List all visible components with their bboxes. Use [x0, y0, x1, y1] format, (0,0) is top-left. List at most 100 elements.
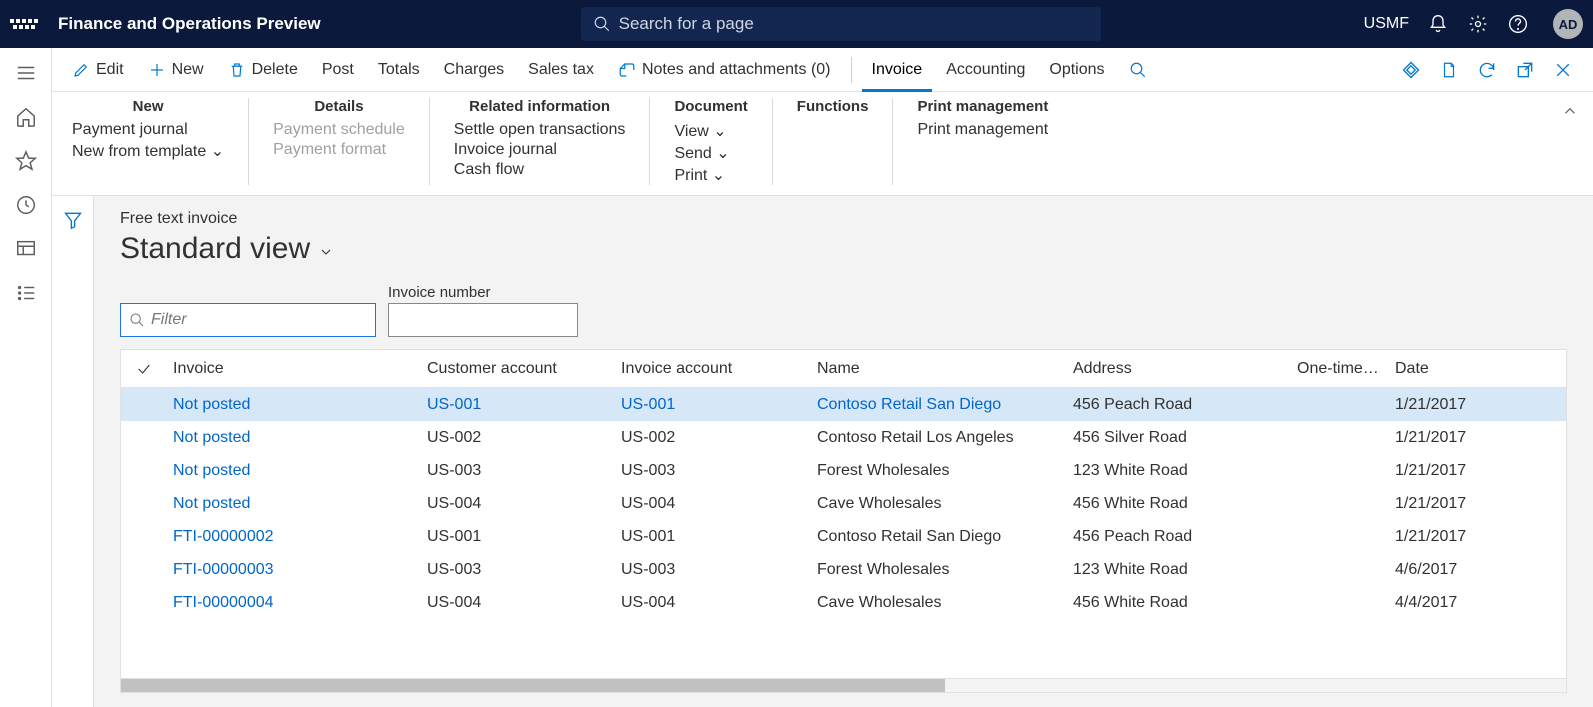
table-row[interactable]: Not postedUS-004US-004Cave Wholesales456…: [121, 487, 1566, 520]
cell: US-004: [421, 594, 615, 612]
edit-button[interactable]: Edit: [62, 50, 134, 90]
col-one-time[interactable]: One-time cus…: [1291, 360, 1389, 378]
table-row[interactable]: Not postedUS-003US-003Forest Wholesales1…: [121, 454, 1566, 487]
salestax-button[interactable]: Sales tax: [518, 50, 604, 90]
cell[interactable]: Not posted: [167, 462, 421, 480]
ribbon-collapse-icon[interactable]: [1561, 102, 1579, 123]
table-row[interactable]: Not postedUS-001US-001Contoso Retail San…: [121, 388, 1566, 421]
invoice-number-label: Invoice number: [388, 284, 578, 301]
separator: [851, 57, 852, 83]
ribbon-item[interactable]: Payment journal: [72, 121, 224, 139]
left-rail: [0, 48, 52, 707]
ribbon-group: NewPayment journalNew from template ⌄: [68, 98, 249, 185]
cell[interactable]: Contoso Retail San Diego: [811, 396, 1067, 414]
cell[interactable]: FTI-00000003: [167, 561, 421, 579]
cmd-search-icon[interactable]: [1119, 50, 1157, 90]
ribbon-item[interactable]: View ⌄: [674, 121, 747, 141]
cell: 123 White Road: [1067, 462, 1291, 480]
cell: 456 White Road: [1067, 594, 1291, 612]
cell: US-003: [421, 462, 615, 480]
cell: US-004: [421, 495, 615, 513]
cell: Forest Wholesales: [811, 561, 1067, 579]
page-title[interactable]: Standard view: [120, 232, 1567, 266]
ribbon-item-disabled: Payment format: [273, 141, 405, 159]
notes-button[interactable]: Notes and attachments (0): [608, 50, 841, 90]
new-button[interactable]: New: [138, 50, 214, 90]
ribbon-group-title: Document: [674, 98, 747, 115]
refresh-icon[interactable]: [1477, 60, 1497, 80]
cell: Cave Wholesales: [811, 594, 1067, 612]
post-button[interactable]: Post: [312, 50, 364, 90]
star-icon[interactable]: [15, 150, 37, 172]
app-launcher-icon[interactable]: [10, 10, 38, 38]
col-customer-account[interactable]: Customer account: [421, 360, 615, 378]
modules-icon[interactable]: [15, 282, 37, 304]
totals-button[interactable]: Totals: [368, 50, 430, 90]
table-row[interactable]: Not postedUS-002US-002Contoso Retail Los…: [121, 421, 1566, 454]
ribbon-item[interactable]: Send ⌄: [674, 143, 747, 163]
ribbon-item[interactable]: Print ⌄: [674, 165, 747, 185]
ribbon-item[interactable]: Invoice journal: [454, 141, 626, 159]
ribbon-item[interactable]: New from template ⌄: [72, 141, 224, 161]
invoice-number-input[interactable]: [388, 303, 578, 337]
col-invoice[interactable]: Invoice: [167, 360, 421, 378]
help-icon[interactable]: [1507, 13, 1529, 35]
cell: Contoso Retail Los Angeles: [811, 429, 1067, 447]
cell[interactable]: Not posted: [167, 396, 421, 414]
avatar[interactable]: AD: [1553, 9, 1583, 39]
cell[interactable]: FTI-00000002: [167, 528, 421, 546]
tab-options[interactable]: Options: [1039, 50, 1114, 90]
home-icon[interactable]: [15, 106, 37, 128]
ribbon-group-title: Print management: [917, 98, 1048, 115]
office-icon[interactable]: [1439, 60, 1459, 80]
cell: Forest Wholesales: [811, 462, 1067, 480]
ribbon-item[interactable]: Settle open transactions: [454, 121, 626, 139]
attach-icon[interactable]: [1401, 60, 1421, 80]
horizontal-scrollbar[interactable]: [121, 678, 1566, 692]
charges-button[interactable]: Charges: [434, 50, 514, 90]
cell: 456 Peach Road: [1067, 396, 1291, 414]
col-address[interactable]: Address: [1067, 360, 1291, 378]
search-placeholder: Search for a page: [619, 14, 754, 34]
company-picker[interactable]: USMF: [1364, 15, 1409, 33]
table-row[interactable]: FTI-00000003US-003US-003Forest Wholesale…: [121, 553, 1566, 586]
cmdbar-right: [1401, 60, 1583, 80]
search-input[interactable]: Search for a page: [581, 7, 1101, 41]
cell: US-001: [615, 528, 811, 546]
cell: 4/6/2017: [1389, 561, 1509, 579]
tab-invoice[interactable]: Invoice: [862, 48, 933, 92]
col-invoice-account[interactable]: Invoice account: [615, 360, 811, 378]
ribbon-group-title: Related information: [454, 98, 626, 115]
select-all-checkbox[interactable]: [121, 361, 167, 377]
filter-pane-toggle[interactable]: [52, 196, 94, 707]
recent-icon[interactable]: [15, 194, 37, 216]
popout-icon[interactable]: [1515, 60, 1535, 80]
table-row[interactable]: FTI-00000002US-001US-001Contoso Retail S…: [121, 520, 1566, 553]
ribbon-group-title: Functions: [797, 98, 869, 115]
menu-icon[interactable]: [15, 62, 37, 84]
tab-accounting[interactable]: Accounting: [936, 50, 1035, 90]
grid-body: Not postedUS-001US-001Contoso Retail San…: [121, 388, 1566, 678]
gear-icon[interactable]: [1467, 13, 1489, 35]
search-icon: [129, 312, 145, 328]
cell: 1/21/2017: [1389, 429, 1509, 447]
cell: US-004: [615, 495, 811, 513]
cell[interactable]: US-001: [615, 396, 811, 414]
cell[interactable]: FTI-00000004: [167, 594, 421, 612]
ribbon-item[interactable]: Print management: [917, 121, 1048, 139]
ribbon-item[interactable]: Cash flow: [454, 161, 626, 179]
cell: Cave Wholesales: [811, 495, 1067, 513]
workspace-icon[interactable]: [15, 238, 37, 260]
close-icon[interactable]: [1553, 60, 1573, 80]
col-name[interactable]: Name: [811, 360, 1067, 378]
cell[interactable]: Not posted: [167, 429, 421, 447]
chevron-down-icon: [318, 244, 334, 260]
cell: US-001: [421, 528, 615, 546]
cell[interactable]: Not posted: [167, 495, 421, 513]
col-date[interactable]: Date: [1389, 360, 1509, 378]
delete-button[interactable]: Delete: [218, 50, 308, 90]
quick-filter-input[interactable]: Filter: [120, 303, 376, 337]
bell-icon[interactable]: [1427, 13, 1449, 35]
table-row[interactable]: FTI-00000004US-004US-004Cave Wholesales4…: [121, 586, 1566, 619]
cell[interactable]: US-001: [421, 396, 615, 414]
